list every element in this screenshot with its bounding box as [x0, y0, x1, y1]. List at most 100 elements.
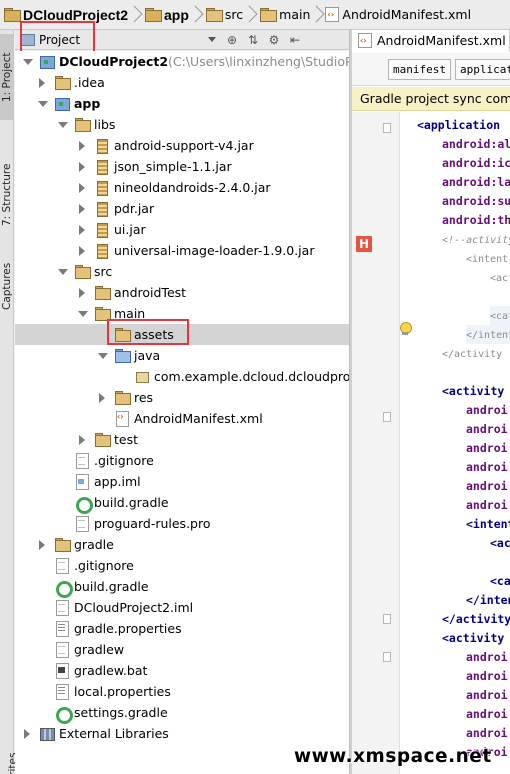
- code-token: android:al: [442, 137, 510, 151]
- xml-crumb-application[interactable]: applicati: [454, 58, 510, 80]
- code-line: androi: [466, 496, 508, 515]
- tree-row-test[interactable]: test: [15, 429, 349, 450]
- target-icon[interactable]: ⊕: [223, 32, 241, 48]
- tree-row-gitignore[interactable]: .gitignore: [15, 450, 349, 471]
- tool-tab-structure[interactable]: 7: Structure: [0, 150, 14, 240]
- tree-row-build-gradle[interactable]: build.gradle: [15, 576, 349, 598]
- tool-tab-project[interactable]: 1: Project: [0, 34, 14, 120]
- expand-arrow-icon[interactable]: [76, 245, 88, 257]
- code-token: <application: [417, 118, 501, 132]
- expand-arrow-icon[interactable]: [76, 224, 88, 236]
- tree-row-res[interactable]: res: [15, 387, 349, 408]
- tree-row-gradlew[interactable]: gradlew: [15, 639, 349, 660]
- tree-row-java[interactable]: java: [15, 345, 349, 366]
- tree-row-app-iml[interactable]: app.iml: [15, 471, 349, 492]
- code-line: <ac: [490, 534, 510, 553]
- breadcrumb-separator-icon: [192, 5, 201, 25]
- tree-row-build-gradle[interactable]: build.gradle: [15, 492, 349, 514]
- code-token: androi: [466, 688, 508, 702]
- jar-icon: [94, 159, 110, 175]
- breadcrumb-item-src[interactable]: src: [204, 3, 246, 27]
- fold-marker-icon[interactable]: [383, 614, 391, 624]
- expand-arrow-icon[interactable]: [56, 119, 68, 131]
- expand-arrow-icon[interactable]: [56, 266, 68, 278]
- code-line: androi: [466, 401, 508, 420]
- tree-row-local-properties[interactable]: local.properties: [15, 681, 349, 702]
- tree-row-manifest[interactable]: AndroidManifest.xml: [15, 408, 349, 429]
- tree-row-jar[interactable]: universal-image-loader-1.9.0.jar: [15, 240, 349, 261]
- code-token: androi: [466, 707, 508, 721]
- tree-row-settings-gradle[interactable]: settings.gradle: [15, 702, 349, 724]
- expand-arrow-icon[interactable]: [76, 434, 88, 446]
- code-token: <activity: [442, 384, 505, 398]
- expand-arrow-icon[interactable]: [76, 287, 88, 299]
- expand-arrow-icon[interactable]: [21, 728, 33, 740]
- tree-row-jar[interactable]: nineoldandroids-2.4.0.jar: [15, 177, 349, 198]
- html5-marker-icon[interactable]: H: [356, 236, 372, 252]
- tree-row-gitignore[interactable]: .gitignore: [15, 555, 349, 576]
- editor-tab-bar: AndroidManifest.xml: [352, 30, 510, 52]
- fold-marker-icon[interactable]: [383, 412, 391, 422]
- code-line: </inten: [466, 591, 510, 610]
- jar-icon: [94, 180, 110, 196]
- folder-icon: [54, 75, 71, 90]
- tree-row-gradle-properties[interactable]: gradle.properties: [15, 618, 349, 639]
- tree-row-external-libraries[interactable]: External Libraries: [15, 723, 349, 744]
- text-file-icon: [74, 516, 90, 532]
- code-token: <ac: [490, 536, 510, 550]
- expand-arrow-icon[interactable]: [36, 539, 48, 551]
- hide-panel-icon[interactable]: ⇤: [286, 32, 304, 48]
- code-line: androi: [466, 477, 508, 496]
- folder-icon: [260, 8, 278, 22]
- code-line: android:ic: [442, 154, 510, 173]
- tree-row-jar[interactable]: pdr.jar: [15, 198, 349, 219]
- tree-row-app[interactable]: app: [15, 93, 349, 114]
- tree-row-androidtest[interactable]: androidTest: [15, 282, 349, 303]
- code-token: androi: [466, 669, 508, 683]
- code-line: androi: [466, 705, 508, 724]
- editor-tab-manifest[interactable]: AndroidManifest.xml: [352, 30, 510, 52]
- tree-row-project-root[interactable]: DCloudProject2 (C:\Users\linxinzheng\Stu…: [15, 51, 349, 72]
- tool-tab-captures[interactable]: Captures: [0, 252, 14, 320]
- breadcrumb-item-manifest[interactable]: AndroidManifest.xml: [325, 3, 474, 27]
- expand-arrow-icon[interactable]: [96, 350, 108, 362]
- source-folder-icon: [114, 348, 131, 363]
- tree-row-jar[interactable]: android-support-v4.jar: [15, 135, 349, 156]
- code-line: <application: [417, 116, 500, 135]
- breadcrumb-item-app[interactable]: app: [143, 3, 192, 27]
- code-line: androi: [466, 667, 508, 686]
- tree-row-jar[interactable]: ui.jar: [15, 219, 349, 240]
- fold-marker-icon[interactable]: [383, 652, 391, 662]
- code-token: androi: [466, 460, 508, 474]
- folder-icon: [74, 117, 91, 132]
- expand-arrow-icon[interactable]: [76, 308, 88, 320]
- expand-arrow-icon[interactable]: [21, 56, 33, 68]
- settings-icon[interactable]: ⚙: [265, 32, 283, 48]
- code-area[interactable]: <application android:al android:ic android:…: [400, 112, 510, 774]
- code-token: androi: [466, 726, 508, 740]
- expand-arrow-icon[interactable]: [36, 77, 48, 89]
- tree-row-jar[interactable]: json_simple-1.1.jar: [15, 156, 349, 177]
- code-line: androi: [466, 686, 508, 705]
- tree-row-gradle[interactable]: gradle: [15, 534, 349, 555]
- tree-row-proguard[interactable]: proguard-rules.pro: [15, 513, 349, 534]
- expand-arrow-icon[interactable]: [76, 203, 88, 215]
- expand-arrow-icon[interactable]: [36, 98, 48, 110]
- expand-arrow-icon[interactable]: [76, 161, 88, 173]
- tree-row-idea[interactable]: .idea: [15, 72, 349, 93]
- expand-arrow-icon[interactable]: [76, 140, 88, 152]
- code-token: android:su: [442, 194, 510, 208]
- expand-arrow-icon[interactable]: [76, 182, 88, 194]
- tree-row-package[interactable]: com.example.dcloud.dcloudproje: [15, 366, 349, 387]
- collapse-all-icon[interactable]: ⇅: [244, 32, 262, 48]
- text-file-icon: [54, 642, 70, 658]
- expand-arrow-icon[interactable]: [96, 392, 108, 404]
- tree-row-src[interactable]: src: [15, 261, 349, 282]
- breadcrumb-item-main[interactable]: main: [258, 3, 313, 27]
- xml-crumb-manifest[interactable]: manifest: [388, 58, 451, 80]
- tree-row-project-iml[interactable]: DCloudProject2.iml: [15, 597, 349, 618]
- tree-row-libs[interactable]: libs: [15, 114, 349, 135]
- fold-marker-icon[interactable]: [383, 123, 391, 133]
- tool-tab-favorites[interactable]: 2: Favorites: [0, 740, 19, 774]
- tree-row-gradlew-bat[interactable]: gradlew.bat: [15, 660, 349, 681]
